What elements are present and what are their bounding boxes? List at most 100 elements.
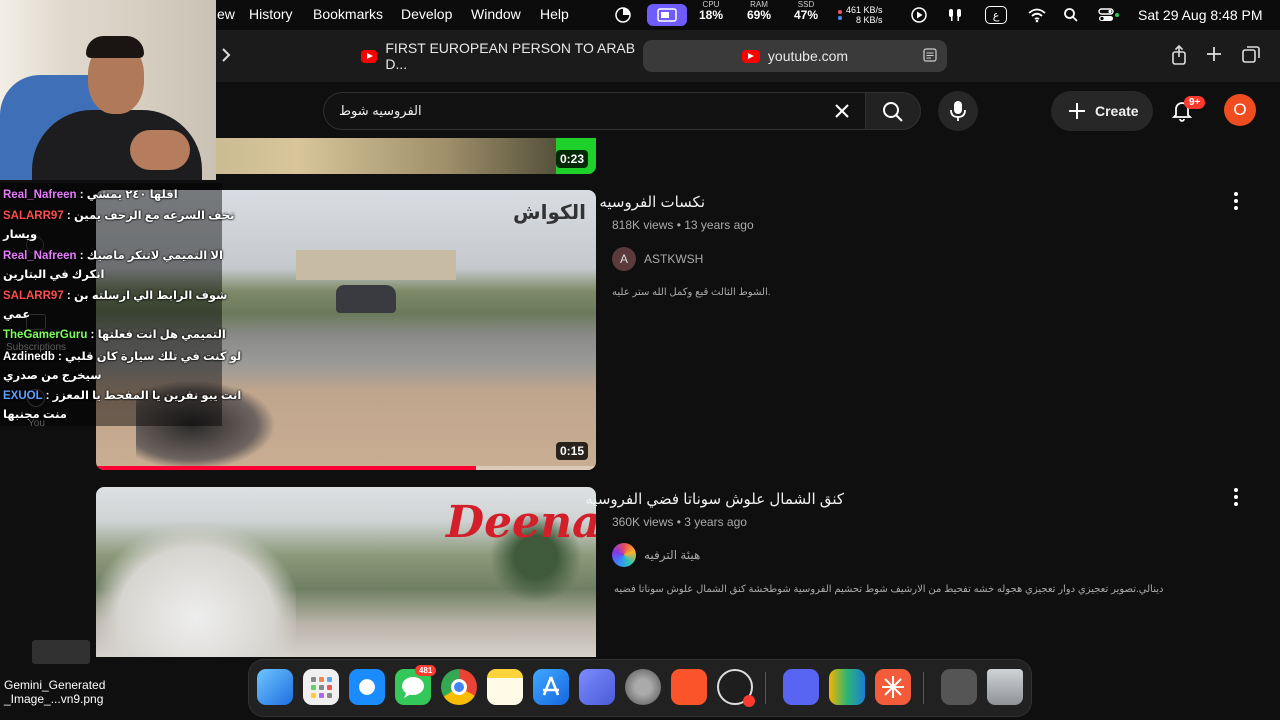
trash-icon[interactable] [987,669,1023,705]
chrome-icon[interactable] [441,669,477,705]
chat-username: Real_Nafreen [3,250,77,262]
duration-badge: 0:23 [555,150,588,168]
chat-username: SALARR97 [3,290,64,302]
channel-name[interactable]: هيئة الترفيه [644,548,700,562]
menu-item-view[interactable]: ew [217,6,235,22]
chat-message: SALARR97 : تخف السرعه مع الزحف يمين [3,208,234,222]
channel-name[interactable]: ASTKWSH [644,252,703,266]
clock[interactable]: Sat 29 Aug 8:48 PM [1138,0,1263,30]
chat-text-continued: منت مجنبها [3,409,67,421]
menu-item-window[interactable]: Window [471,6,521,22]
discord-icon[interactable] [783,669,819,705]
chat-text: لو كنت في تلك سيارة كان قلبي [64,351,242,363]
tab-overview-icon[interactable] [1240,44,1262,66]
system-settings-icon[interactable] [625,669,661,705]
desktop-file-label[interactable]: Gemini_Generated _Image_...vn9.png [4,678,105,706]
messages-icon[interactable]: 481 [395,665,437,705]
new-tab-icon[interactable] [1203,44,1225,66]
notifications-badge: 9+ [1184,96,1206,109]
more-options-icon[interactable] [1233,192,1239,210]
plus-icon [1067,101,1087,121]
avatar[interactable]: O [1224,94,1256,126]
ssd-stat[interactable]: SSD 47% [791,0,821,30]
video-description: الشوط الثالث قبع وكمل الله ستر عليه. [612,287,771,298]
channel-avatar[interactable] [612,543,636,567]
safari-icon[interactable] [349,669,385,705]
downloads-stack-icon[interactable] [941,669,977,705]
finder-icon[interactable] [257,669,293,705]
spotlight-icon[interactable] [1063,0,1079,30]
chat-text-continued: ويسار [3,229,38,241]
video-title[interactable]: كنق الشمال علوش سوناتا فضي الفروسيه [585,490,844,508]
net-upload: 461 KB/s [846,5,883,15]
dock-divider [923,672,924,704]
person-hands [130,130,190,170]
view-count: 360K views [612,515,674,529]
brave-icon[interactable] [671,669,707,705]
dock-divider [765,672,766,704]
address-bar[interactable]: youtube.com [643,40,947,72]
obs-icon[interactable] [717,669,755,707]
reader-icon[interactable] [923,48,937,65]
menu-item-bookmarks[interactable]: Bookmarks [313,6,383,22]
chat-username: SALARR97 [3,210,64,222]
create-button[interactable]: Create [1051,91,1153,131]
menu-item-help[interactable]: Help [540,6,569,22]
network-stat[interactable]: 461 KB/s 8 KB/s [838,0,898,30]
channel-avatar[interactable]: A [612,247,636,271]
bell-icon [1170,102,1194,126]
upload-age: 13 years ago [684,218,754,232]
stats-pie-icon[interactable] [614,0,634,30]
sidebar-toggle-chevron-icon[interactable] [215,44,237,66]
video-meta: 360K views • 3 years ago [612,515,747,529]
simulator-icon[interactable] [579,669,615,705]
tab-title: FIRST EUROPEAN PERSON TO ARAB D... [385,40,636,72]
webcam-overlay [0,0,216,180]
play-icon[interactable] [910,0,928,30]
menu-item-develop[interactable]: Develop [401,6,452,22]
video-thumbnail[interactable]: Deenaly [96,487,596,657]
search-input[interactable]: الفروسيه شوط [339,103,422,119]
chat-text-continued: سيخرج من صدري [3,370,102,382]
chat-message: Azdinedb : لو كنت في تلك سيارة كان قلبي [3,349,241,363]
menu-item-history[interactable]: History [249,6,293,22]
app-store-icon[interactable] [533,669,569,705]
control-center-icon[interactable] [1098,0,1120,30]
chat-username: TheGamerGuru [3,329,88,341]
more-options-icon[interactable] [1233,488,1239,506]
keys-app-icon[interactable] [829,669,865,705]
voice-search-button[interactable] [938,91,978,131]
perplexity-like-icon[interactable] [875,669,911,705]
tab-youtube-video[interactable]: FIRST EUROPEAN PERSON TO ARAB D... [352,40,636,72]
file-name-line2: _Image_...vn9.png [4,692,104,706]
microphone-icon [949,100,967,127]
person-hair [86,36,144,58]
notes-icon[interactable] [487,669,523,705]
chat-text: انت يبو نفرين يا المفحط يا المعزز [52,390,242,402]
stage-manager-icon[interactable] [647,4,687,26]
chat-separator: : [63,210,74,222]
net-download: 8 KB/s [856,15,883,25]
notifications-button[interactable]: 9+ [1170,96,1206,127]
ssd-value: 47% [793,8,819,22]
file-thumbnail[interactable] [32,640,90,664]
smoke-shape [96,527,296,657]
launchpad-icon[interactable] [303,669,339,705]
ram-stat[interactable]: RAM 69% [744,0,774,30]
ram-value: 69% [746,8,772,22]
input-source-icon[interactable]: ع [985,6,1007,24]
search-box[interactable]: الفروسيه شوط [323,92,865,130]
chat-text-continued: عمي [3,309,31,321]
chat-separator: : [76,189,87,201]
clear-search-icon[interactable] [833,102,851,125]
create-label: Create [1095,103,1139,119]
cpu-stat[interactable]: CPU 18% [698,0,724,30]
wifi-icon[interactable] [1027,0,1047,30]
share-icon[interactable] [1168,44,1190,66]
video-title[interactable]: نكسات الفروسيه [599,193,705,211]
search-button[interactable] [865,92,921,130]
airpods-icon[interactable] [946,0,964,30]
chat-text: اقلها ٢٤٠ يمشي [86,189,178,201]
chat-message: EXUOL : انت يبو نفرين يا المفحط يا المعز… [3,388,241,402]
youtube-favicon-icon [741,49,760,63]
